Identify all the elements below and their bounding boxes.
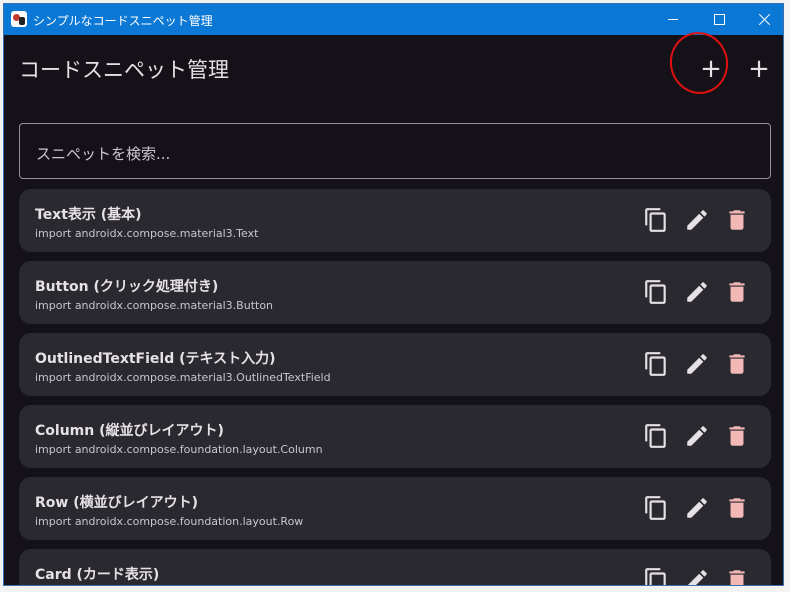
close-icon bbox=[759, 13, 771, 25]
title-bar[interactable]: シンプルなコードスニペット管理 bbox=[4, 4, 783, 35]
window-title: シンプルなコードスニペット管理 bbox=[33, 14, 213, 28]
snippet-card[interactable]: Text表示 (基本) import androidx.compose.mate… bbox=[19, 189, 771, 252]
maximize-icon bbox=[714, 14, 725, 25]
snippet-import: import androidx.compose.material3.Button bbox=[35, 299, 274, 312]
app-icon bbox=[11, 11, 27, 27]
copy-icon[interactable] bbox=[643, 423, 669, 449]
close-button[interactable] bbox=[742, 4, 783, 35]
edit-icon[interactable] bbox=[684, 279, 710, 305]
search-input[interactable]: スニペットを検索... bbox=[19, 123, 771, 179]
snippet-title: Column (縦並びレイアウト) bbox=[35, 423, 224, 439]
delete-icon[interactable] bbox=[724, 207, 750, 233]
minimize-button[interactable] bbox=[650, 4, 696, 35]
snippet-list[interactable]: Text表示 (基本) import androidx.compose.mate… bbox=[19, 189, 771, 586]
copy-icon[interactable] bbox=[643, 495, 669, 521]
snippet-import: import androidx.compose.material3.Text bbox=[35, 227, 259, 240]
add-snippet-button-secondary[interactable]: + bbox=[743, 54, 775, 86]
red-circle-annotation bbox=[664, 26, 734, 100]
snippet-card[interactable]: Column (縦並びレイアウト) import androidx.compos… bbox=[19, 405, 771, 468]
delete-icon[interactable] bbox=[724, 351, 750, 377]
snippet-import: import androidx.compose.foundation.layou… bbox=[35, 515, 304, 528]
minimize-icon bbox=[668, 19, 678, 20]
snippet-title: Text表示 (基本) bbox=[35, 207, 142, 223]
edit-icon[interactable] bbox=[684, 207, 710, 233]
page-title: コードスニペット管理 bbox=[19, 58, 229, 82]
search-placeholder: スニペットを検索... bbox=[36, 145, 171, 163]
edit-icon[interactable] bbox=[684, 495, 710, 521]
edit-icon[interactable] bbox=[684, 351, 710, 377]
snippet-card[interactable]: Button (クリック処理付き) import androidx.compos… bbox=[19, 261, 771, 324]
copy-icon[interactable] bbox=[643, 279, 669, 305]
snippet-title: Button (クリック処理付き) bbox=[35, 279, 219, 295]
snippet-title: Row (横並びレイアウト) bbox=[35, 495, 199, 511]
app-window: シンプルなコードスニペット管理 コードスニペット管理 + + スニペットを検索.… bbox=[3, 3, 784, 586]
snippet-import: import androidx.compose.material3.Outlin… bbox=[35, 371, 331, 384]
copy-icon[interactable] bbox=[643, 351, 669, 377]
snippet-import: import androidx.compose.foundation.layou… bbox=[35, 443, 323, 456]
delete-icon[interactable] bbox=[724, 423, 750, 449]
snippet-card[interactable]: Card (カード表示) bbox=[19, 549, 771, 586]
snippet-title: Card (カード表示) bbox=[35, 567, 160, 583]
copy-icon[interactable] bbox=[643, 207, 669, 233]
maximize-button[interactable] bbox=[696, 4, 742, 35]
delete-icon[interactable] bbox=[724, 567, 750, 586]
delete-icon[interactable] bbox=[724, 495, 750, 521]
copy-icon[interactable] bbox=[643, 567, 669, 586]
delete-icon[interactable] bbox=[724, 279, 750, 305]
snippet-title: OutlinedTextField (テキスト入力) bbox=[35, 351, 276, 367]
snippet-card[interactable]: OutlinedTextField (テキスト入力) import androi… bbox=[19, 333, 771, 396]
edit-icon[interactable] bbox=[684, 567, 710, 586]
edit-icon[interactable] bbox=[684, 423, 710, 449]
snippet-card[interactable]: Row (横並びレイアウト) import androidx.compose.f… bbox=[19, 477, 771, 540]
